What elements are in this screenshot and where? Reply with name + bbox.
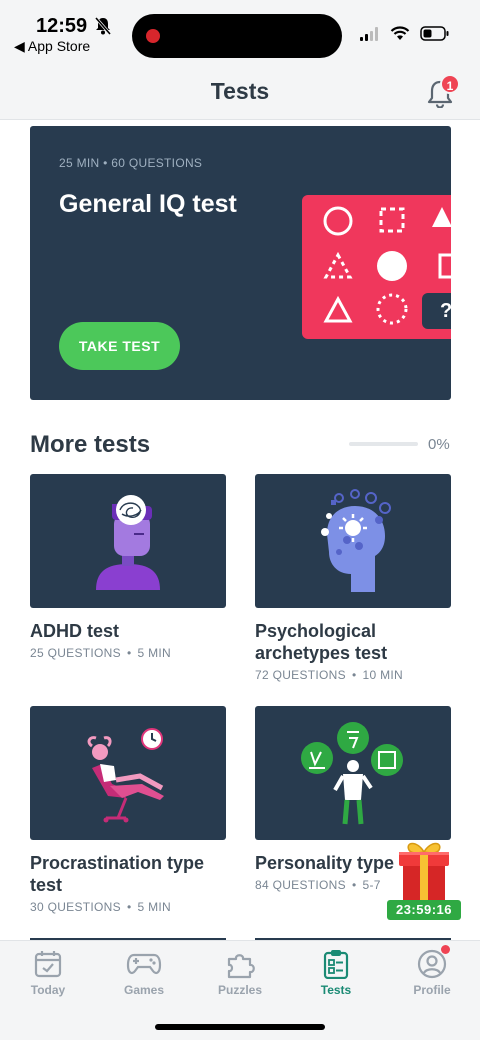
featured-test-title: General IQ test	[59, 190, 237, 218]
tests-progress-bar	[349, 442, 418, 446]
more-tests-heading: More tests	[30, 431, 151, 458]
iq-shapes-illustration: ?	[302, 195, 451, 339]
test-title: Psychological archetypes test	[255, 621, 388, 663]
system-icons	[360, 26, 450, 41]
profile-notification-dot	[441, 945, 450, 954]
test-card-adhd[interactable]: ADHD test 25 QUESTIONS • 5 MIN	[30, 474, 226, 660]
puzzle-piece-icon	[227, 954, 255, 979]
tab-tests[interactable]: Tests	[288, 941, 384, 1001]
silent-mode-icon	[93, 16, 113, 41]
tab-today[interactable]: Today	[0, 941, 96, 1001]
test-minutes: 10 MIN	[362, 668, 403, 682]
recording-indicator-icon	[146, 29, 160, 43]
gift-icon	[399, 842, 449, 900]
battery-icon	[420, 26, 449, 41]
test-meta: 25 QUESTIONS • 5 MIN	[30, 646, 226, 660]
gift-countdown-timer: 23:59:16	[387, 900, 461, 920]
meta-separator: •	[126, 900, 132, 914]
tab-today-label: Today	[30, 983, 66, 997]
test-meta: 72 QUESTIONS • 10 MIN	[255, 668, 451, 682]
back-to-app-store-link[interactable]: ◀ App Store	[14, 38, 90, 55]
test-title: Procrastination type test	[30, 853, 205, 895]
status-bar: 12:59 ◀ App Store	[0, 0, 480, 62]
archetypes-illustration	[255, 474, 451, 608]
test-card-psychological-archetypes[interactable]: Psychological archetypes test 72 QUESTIO…	[255, 474, 451, 682]
featured-test-minutes: 25 MIN	[59, 156, 100, 170]
app-header: Tests 1	[0, 62, 480, 120]
tab-profile-label: Profile	[413, 983, 451, 997]
test-questions: 30 QUESTIONS	[30, 900, 121, 914]
tab-games[interactable]: Games	[96, 941, 192, 1001]
calendar-icon	[34, 951, 62, 978]
gift-offer-button[interactable]	[393, 834, 455, 902]
test-minutes: 5 MIN	[137, 646, 171, 660]
featured-test-meta: 25 MIN • 60 QUESTIONS	[59, 156, 202, 170]
take-test-button[interactable]: TAKE TEST	[59, 322, 180, 370]
tests-progress-text: 0%	[428, 436, 450, 453]
gamepad-icon	[126, 953, 162, 975]
test-questions: 72 QUESTIONS	[255, 668, 346, 682]
meta-separator: •	[126, 646, 132, 660]
dynamic-island	[132, 14, 342, 58]
tab-tests-label: Tests	[320, 983, 352, 997]
test-title: ADHD test	[30, 621, 120, 641]
test-minutes: 5 MIN	[137, 900, 171, 914]
status-time: 12:59	[36, 15, 88, 37]
notification-count-badge: 1	[440, 74, 460, 94]
tab-puzzles-label: Puzzles	[217, 983, 262, 997]
meta-separator: •	[351, 668, 357, 682]
test-questions: 84 QUESTIONS	[255, 878, 346, 892]
test-card-procrastination[interactable]: Procrastination type test 30 QUESTIONS • 5…	[30, 706, 226, 914]
adhd-illustration	[30, 474, 226, 608]
test-questions: 25 QUESTIONS	[30, 646, 121, 660]
clipboard-test-icon	[323, 950, 349, 979]
test-meta: 30 QUESTIONS • 5 MIN	[30, 900, 226, 914]
home-indicator[interactable]	[155, 1024, 325, 1030]
tab-games-label: Games	[123, 983, 165, 997]
wifi-icon	[390, 26, 410, 40]
personality-illustration	[255, 706, 451, 840]
tab-profile[interactable]: Profile	[384, 941, 480, 1001]
tab-puzzles[interactable]: Puzzles	[192, 941, 288, 1001]
cellular-signal-icon	[360, 26, 378, 41]
featured-test-questions: 60 QUESTIONS	[111, 156, 203, 170]
page-title: Tests	[210, 78, 270, 104]
test-minutes: 5-7	[362, 878, 381, 892]
back-app-label: App Store	[27, 38, 91, 54]
procrastination-illustration	[30, 706, 226, 840]
meta-separator: •	[351, 878, 357, 892]
missing-shape-placeholder: ?	[422, 293, 451, 329]
featured-test-card[interactable]: 25 MIN • 60 QUESTIONS General IQ test TA…	[30, 126, 451, 400]
